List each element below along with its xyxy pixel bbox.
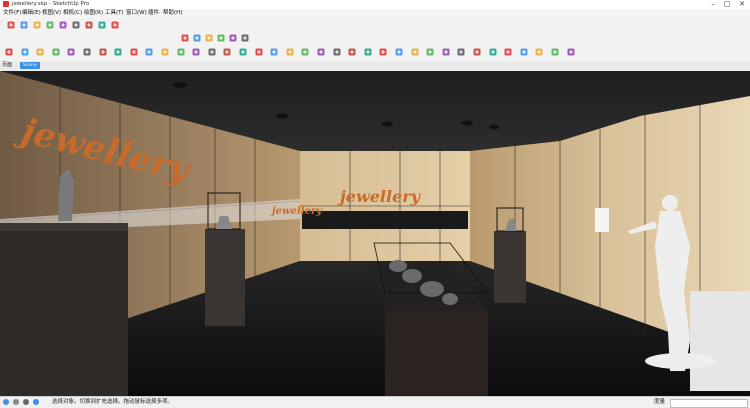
polygon-icon[interactable] [129,47,139,57]
minimize-button[interactable]: – [706,0,720,9]
line-icon[interactable] [66,47,76,57]
back-jewellery-sign: jewellery [337,187,422,206]
flip-icon[interactable] [566,47,576,57]
menu-camera[interactable]: 相机(C) [63,9,82,18]
text-icon[interactable] [300,47,310,57]
zoomwindow-icon[interactable] [394,47,404,57]
zoom-icon[interactable] [84,20,94,30]
rectangle-icon[interactable] [98,47,108,57]
menu-bar: 文件(F) 编辑(E) 视图(V) 相机(C) 绘图(R) 工具(T) 窗口(W… [0,9,750,18]
menu-help[interactable]: 帮助(H) [163,9,182,18]
paint-bucket-icon[interactable] [45,20,55,30]
status-bar: 选择对象。切换到扩充选择。拖动鼠标选择多项。 度量 [0,396,750,408]
circle-icon[interactable] [113,47,123,57]
axes-icon[interactable] [316,47,326,57]
scene-tab[interactable]: Scene [20,62,40,69]
menu-edit[interactable]: 编辑(E) [22,9,41,18]
shadow-icon[interactable] [110,20,120,30]
drape-icon[interactable] [534,47,544,57]
section-icon[interactable] [240,33,250,43]
back-display-strip [302,211,468,229]
status-message: 选择对象。切换到扩充选择。拖动鼠标选择多项。 [52,399,174,405]
cloud-icon[interactable] [97,20,107,30]
geolocation-icon[interactable] [3,399,9,405]
sandbox-icon[interactable] [503,47,513,57]
menu-view[interactable]: 视图(V) [42,9,61,18]
component-icon[interactable] [19,20,29,30]
toolbar-row-2 [0,32,750,43]
user-icon[interactable] [23,399,29,405]
freehand-icon[interactable] [144,47,154,57]
stamp-icon[interactable] [519,47,529,57]
addtail-icon[interactable] [550,47,560,57]
menu-draw[interactable]: 绘图(R) [84,9,103,18]
pushpull-icon[interactable] [216,33,226,43]
scene-render: jewellery jewellery jewellery jewellery [0,71,750,396]
menu-file[interactable]: 文件(F) [3,9,21,18]
previous-icon[interactable] [425,47,435,57]
offset-icon[interactable] [238,47,248,57]
arrow-icon[interactable] [4,47,14,57]
menu-tools[interactable]: 工具(T) [105,9,124,18]
pan-icon[interactable] [71,20,81,30]
scale-icon[interactable] [222,47,232,57]
protractor-icon[interactable] [285,47,295,57]
menu-plugins[interactable]: 插件 [148,9,159,18]
pan-icon[interactable] [363,47,373,57]
paint-icon[interactable] [51,47,61,57]
help-icon[interactable] [33,399,39,405]
scenes-label: 页面 [2,62,13,68]
sketchup-app-icon [3,1,9,7]
credits-icon[interactable] [13,399,19,405]
maximize-button[interactable]: □ [720,0,734,9]
close-button[interactable]: ✕ [735,0,749,9]
section-plane-icon[interactable] [488,47,498,57]
zoom-icon[interactable] [378,47,388,57]
rotate-icon[interactable] [191,47,201,57]
eraser-icon[interactable] [32,20,42,30]
orbit-icon[interactable] [58,20,68,30]
drawing-viewport[interactable]: jewellery jewellery jewellery jewellery [0,71,750,396]
measurements-label: 度量 [654,399,666,405]
layers-icon[interactable] [228,33,238,43]
menu-window[interactable]: 窗口(W) [126,9,147,18]
move-icon[interactable] [160,47,170,57]
pushpull-icon[interactable] [176,47,186,57]
scenes-bar: 页面 Scene [0,61,750,70]
house-icon[interactable] [192,33,202,43]
window-title: jewellery.skp - SketchUp Pro [12,1,90,7]
3dtext-icon[interactable] [332,47,342,57]
dimension-icon[interactable] [269,47,279,57]
tape-icon[interactable] [254,47,264,57]
orbit-icon[interactable] [347,47,357,57]
lookaround-icon[interactable] [456,47,466,57]
position-camera-icon[interactable] [441,47,451,57]
arc-icon[interactable] [82,47,92,57]
zoomextents-icon[interactable] [410,47,420,57]
right-display-window [595,208,609,232]
eraser-icon[interactable] [35,47,45,57]
axes-icon[interactable] [180,33,190,43]
small-jewellery-sign: jewellery [270,206,323,217]
select-icon[interactable] [6,20,16,30]
warehouse-icon[interactable] [204,33,214,43]
followme-icon[interactable] [207,47,217,57]
walk-icon[interactable] [472,47,482,57]
component-icon[interactable] [20,47,30,57]
